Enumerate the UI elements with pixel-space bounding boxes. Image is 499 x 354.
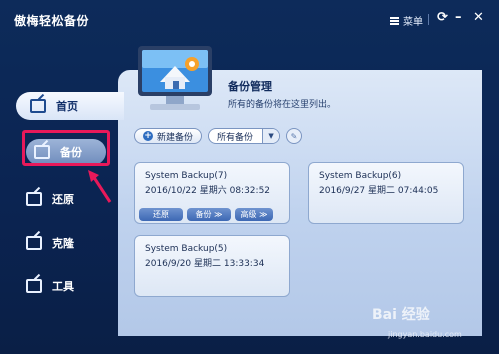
page-subtitle: 所有的备份将在这里列出。 <box>228 100 337 110</box>
sidebar-item-label: 工具 <box>52 280 74 293</box>
backup-card[interactable]: System Backup(6) 2016/9/27 星期二 07:44:05 <box>308 162 464 224</box>
sidebar-item-label: 首页 <box>56 100 78 113</box>
sidebar-item-label: 克隆 <box>52 237 74 250</box>
menu-button[interactable]: 菜单 <box>390 13 423 28</box>
sidebar-item-tools[interactable]: 工具 <box>26 271 110 301</box>
watermark-url: jingyan.baidu.com <box>388 330 462 339</box>
backup-date: 2016/9/20 星期二 13:33:34 <box>145 259 265 269</box>
backup-name: System Backup(7) <box>145 171 228 181</box>
filter-value: 所有备份 <box>217 132 254 143</box>
watermark-logo: Bai 经验 <box>372 307 430 323</box>
plus-icon: + <box>143 131 153 141</box>
edit-icon[interactable]: ✎ <box>286 128 303 144</box>
sidebar-item-restore[interactable]: 还原 <box>26 184 110 214</box>
sidebar-item-label: 还原 <box>52 193 74 206</box>
backup-name: System Backup(5) <box>145 244 228 254</box>
minimize-icon[interactable]: – <box>455 10 462 25</box>
close-icon[interactable]: ✕ <box>473 10 484 25</box>
app-title: 傲梅轻松备份 <box>14 14 90 28</box>
restore-button[interactable]: 还原 <box>139 208 183 221</box>
title-separator <box>428 14 429 25</box>
backup-card[interactable]: System Backup(5) 2016/9/20 星期二 13:33:34 <box>134 235 290 297</box>
backup-toolbar: + 新建备份 所有备份 ▼ ✎ <box>134 128 303 144</box>
title-bar: 傲梅轻松备份 菜单 ⟳ – ✕ <box>0 0 499 42</box>
highlight-box <box>22 130 110 166</box>
backup-button[interactable]: 备份 ≫ <box>187 208 231 221</box>
restore-icon <box>26 192 42 206</box>
backup-name: System Backup(6) <box>319 171 402 181</box>
app-window: 傲梅轻松备份 菜单 ⟳ – ✕ 备份管理 所有的备份将在这里列出。 首页 备份 <box>0 0 499 354</box>
backup-monitor-icon <box>138 46 212 110</box>
backup-date: 2016/9/27 星期二 07:44:05 <box>319 186 439 196</box>
menu-label: 菜单 <box>403 17 423 28</box>
tools-icon <box>26 279 42 293</box>
new-backup-button[interactable]: + 新建备份 <box>134 128 203 144</box>
refresh-icon[interactable]: ⟳ <box>437 10 448 25</box>
home-icon <box>30 99 46 113</box>
backup-actions: 还原 备份 ≫ 高级 ≫ <box>139 208 273 221</box>
menu-icon <box>390 16 399 25</box>
advanced-button[interactable]: 高级 ≫ <box>235 208 273 221</box>
backup-filter-select[interactable]: 所有备份 ▼ <box>208 128 281 144</box>
backup-date: 2016/10/22 星期六 08:32:52 <box>145 186 271 196</box>
backup-card[interactable]: System Backup(7) 2016/10/22 星期六 08:32:52… <box>134 162 290 224</box>
new-backup-label: 新建备份 <box>157 132 194 143</box>
sidebar-item-clone[interactable]: 克隆 <box>26 228 110 258</box>
chevron-down-icon: ▼ <box>262 129 280 143</box>
page-title: 备份管理 <box>228 80 272 93</box>
clone-icon <box>26 236 42 250</box>
sidebar-item-home[interactable]: 首页 <box>16 92 124 120</box>
